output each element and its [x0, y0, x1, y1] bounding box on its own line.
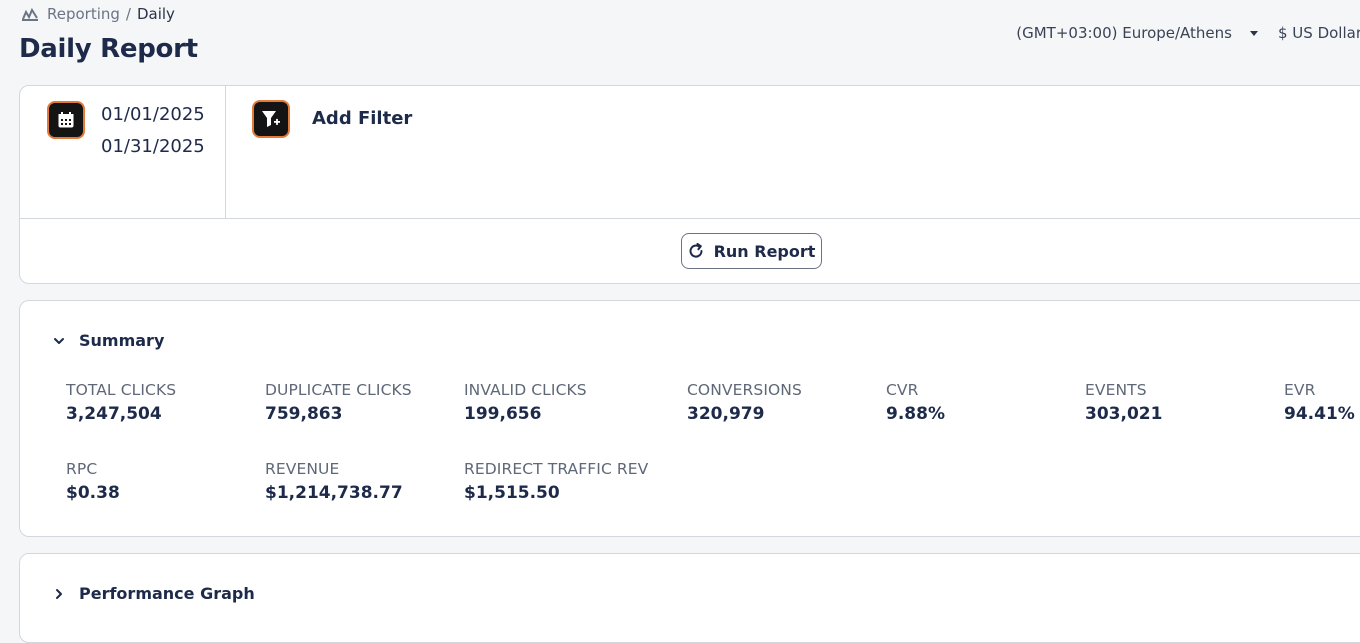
refresh-icon	[689, 243, 703, 258]
stat-duplicate-clicks: DUPLICATE CLICKS 759,863	[265, 381, 412, 424]
breadcrumb-parent[interactable]: Reporting	[47, 5, 120, 23]
stat-revenue: REVENUE $1,214,738.77	[265, 460, 403, 503]
breadcrumb-current: Daily	[136, 5, 175, 23]
date-end: 01/31/2025	[101, 136, 205, 157]
stat-value: 94.41%	[1284, 404, 1355, 424]
stat-label: EVENTS	[1085, 381, 1147, 399]
stat-value: 759,863	[265, 404, 343, 424]
stat-value: 199,656	[464, 404, 542, 424]
stat-value: 303,021	[1085, 404, 1163, 424]
add-filter-button[interactable]: Add Filter	[312, 108, 412, 129]
summary-toggle[interactable]: Summary	[53, 331, 164, 350]
stat-value: 320,979	[687, 404, 765, 424]
stat-total-clicks: TOTAL CLICKS 3,247,504	[66, 381, 176, 424]
stat-label: CVR	[886, 381, 919, 399]
stat-evr: EVR 94.41%	[1284, 381, 1355, 424]
stat-label: TOTAL CLICKS	[66, 381, 177, 399]
breadcrumb-separator: /	[125, 5, 131, 23]
stat-value: $0.38	[66, 483, 120, 503]
stat-redirect-traffic-rev: REDIRECT TRAFFIC REV $1,515.50	[464, 460, 648, 503]
timezone-select[interactable]: (GMT+03:00) Europe/Athens	[1016, 24, 1258, 42]
chevron-right-icon	[56, 588, 62, 599]
stat-invalid-clicks: INVALID CLICKS 199,656	[464, 381, 587, 424]
run-report-label: Run Report	[713, 241, 816, 261]
stat-value: 9.88%	[886, 404, 945, 424]
filter-card: 01/01/2025 01/31/2025 Add Filter Run Rep…	[19, 85, 1360, 284]
stat-value: $1,515.50	[464, 483, 560, 503]
performance-card: Performance Graph	[19, 553, 1360, 643]
stat-value: $1,214,738.77	[265, 483, 403, 503]
performance-title: Performance Graph	[79, 584, 255, 603]
reporting-icon	[22, 7, 38, 21]
page-title: Daily Report	[19, 34, 198, 64]
stat-label: DUPLICATE CLICKS	[265, 381, 412, 399]
stat-rpc: RPC $0.38	[66, 460, 120, 503]
stat-label: REVENUE	[265, 460, 340, 478]
stat-label: INVALID CLICKS	[464, 381, 587, 399]
run-report-button[interactable]: Run Report	[681, 233, 822, 269]
header-controls: (GMT+03:00) Europe/Athens $ US Dollar	[1016, 24, 1360, 42]
performance-graph-toggle[interactable]: Performance Graph	[53, 584, 255, 603]
stat-cvr: CVR 9.88%	[886, 381, 945, 424]
filter-add-icon[interactable]	[252, 100, 290, 138]
stat-conversions: CONVERSIONS 320,979	[687, 381, 802, 424]
stat-label: RPC	[66, 460, 98, 478]
caret-down-icon	[1250, 30, 1258, 36]
stat-events: EVENTS 303,021	[1085, 381, 1162, 424]
summary-card: Summary TOTAL CLICKS 3,247,504 DUPLICATE…	[19, 300, 1360, 537]
calendar-icon[interactable]	[47, 101, 85, 139]
stat-label: CONVERSIONS	[687, 381, 802, 399]
stat-label: REDIRECT TRAFFIC REV	[464, 460, 649, 478]
breadcrumb: Reporting / Daily	[21, 5, 175, 23]
currency-select[interactable]: $ US Dollar	[1278, 24, 1360, 42]
summary-title: Summary	[79, 331, 165, 350]
timezone-value: (GMT+03:00) Europe/Athens	[1016, 24, 1232, 42]
stat-label: EVR	[1284, 381, 1316, 399]
divider	[20, 218, 1360, 219]
stat-value: 3,247,504	[66, 404, 162, 424]
chevron-down-icon	[54, 337, 64, 344]
currency-value: $ US Dollar	[1278, 24, 1360, 42]
date-range-picker[interactable]: 01/01/2025 01/31/2025	[20, 86, 226, 218]
date-start: 01/01/2025	[101, 104, 205, 125]
